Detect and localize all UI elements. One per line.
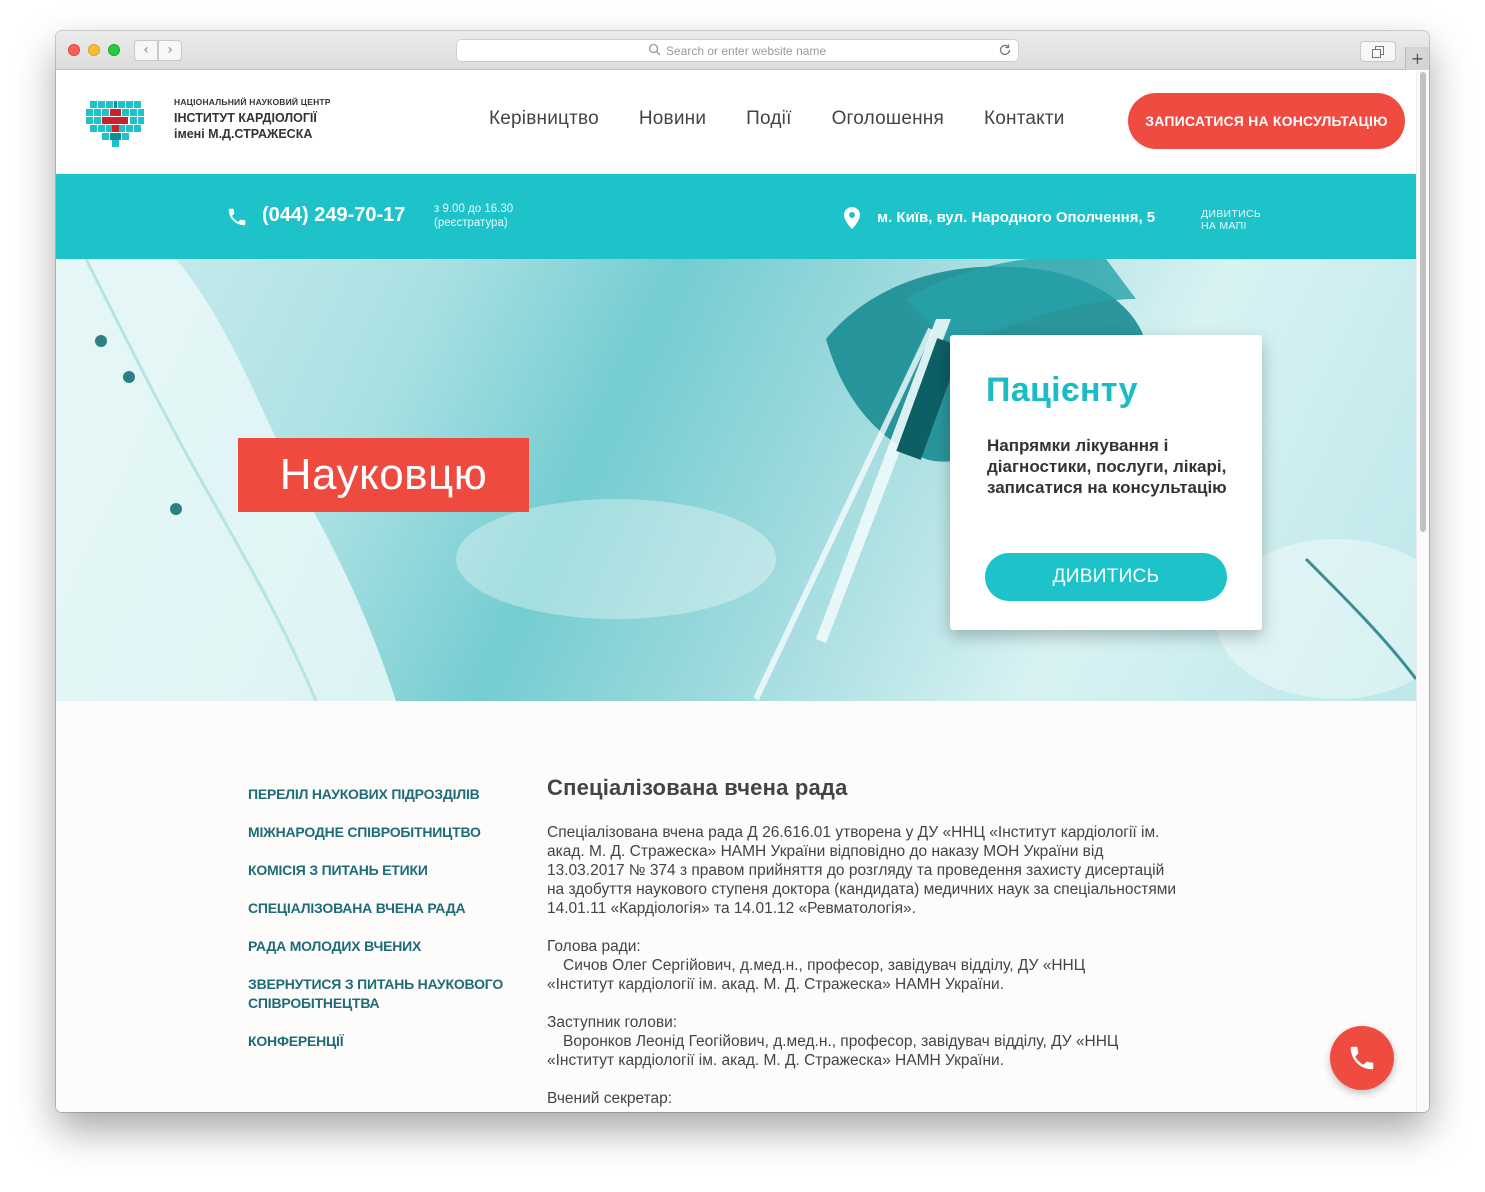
show-tabs-button[interactable] xyxy=(1360,41,1396,62)
minimize-window-button[interactable] xyxy=(88,44,100,56)
head-label: Голова ради: xyxy=(547,938,641,955)
forward-button[interactable]: › xyxy=(158,40,182,61)
address-bar[interactable]: Search or enter website name xyxy=(456,39,1019,62)
scrollbar-thumb[interactable] xyxy=(1420,72,1426,532)
browser-window: ‹ › Search or enter website name + НАЦІО… xyxy=(56,31,1429,1112)
hero-scientist-label[interactable]: Науковцю xyxy=(238,438,529,512)
close-window-button[interactable] xyxy=(68,44,80,56)
nav-link-contacts[interactable]: Контакти xyxy=(984,108,1065,130)
sidebar-item-young-scientists[interactable]: РАДА МОЛОДИХ ВЧЕНИХ xyxy=(248,937,518,956)
heart-logo-icon[interactable] xyxy=(86,97,144,147)
deputy-label: Заступник голови: xyxy=(547,1014,678,1031)
nav-link-announcements[interactable]: Оголошення xyxy=(832,108,944,130)
content-section: ПЕРЕЛІЛ НАУКОВИХ ПІДРОЗДІЛІВ МІЖНАРОДНЕ … xyxy=(56,701,1416,1112)
new-tab-button[interactable]: + xyxy=(1405,47,1429,70)
article-title: Спеціалізована вчена рада xyxy=(547,775,848,800)
council-deputy: Заступник голови: Воронков Леонід Геогій… xyxy=(547,1013,1177,1070)
zoom-window-button[interactable] xyxy=(108,44,120,56)
deputy-name: Воронков Леонід Геогійович, д.мед.н., пр… xyxy=(563,1033,1119,1050)
sidebar-item-international[interactable]: МІЖНАРОДНЕ СПІВРОБІТНИЦТВО xyxy=(248,823,518,842)
sidebar-item-conferences[interactable]: КОНФЕРЕНЦІЇ xyxy=(248,1032,518,1051)
nav-link-events[interactable]: Події xyxy=(746,108,791,130)
book-consultation-button[interactable]: ЗАПИСАТИСЯ НА КОНСУЛЬТАЦІЮ xyxy=(1128,93,1405,149)
sidebar-item-cooperation[interactable]: ЗВЕРНУТИСЯ З ПИТАНЬ НАУКОВОГО СПІВРОБІТН… xyxy=(248,975,518,1013)
map-link-line1: ДИВИТИСЬ xyxy=(1201,208,1262,220)
secretary-label: Вчений секретар: xyxy=(547,1090,673,1107)
patient-card-title: Пацієнту xyxy=(986,371,1138,409)
view-on-map-link[interactable]: ДИВИТИСЬ НА МАПІ xyxy=(1201,208,1261,232)
map-link-line2: НА МАПІ xyxy=(1201,220,1247,232)
reception-hours: з 9.00 до 16.30 (реєстратура) xyxy=(434,202,513,230)
sidebar-item-departments[interactable]: ПЕРЕЛІЛ НАУКОВИХ ПІДРОЗДІЛІВ xyxy=(248,785,518,804)
phone-icon xyxy=(1350,1046,1374,1070)
head-org: «Інститут кардіології ім. акад. М. Д. Ст… xyxy=(547,976,1005,993)
logo-subtitle: НАЦІОНАЛЬНИЙ НАУКОВИЙ ЦЕНТР xyxy=(174,97,331,107)
view-button[interactable]: ДИВИТИСЬ xyxy=(985,553,1227,601)
back-button[interactable]: ‹ xyxy=(134,40,158,61)
main-nav: Керівництво Новини Події Оголошення Конт… xyxy=(489,108,1105,130)
phone-icon xyxy=(228,208,246,226)
hero-banner: Науковцю Пацієнту Напрямки лікування і д… xyxy=(56,259,1416,701)
nav-link-leadership[interactable]: Керівництво xyxy=(489,108,599,130)
phone-number[interactable]: (044) 249-70-17 xyxy=(262,204,405,227)
hours-line1: з 9.00 до 16.30 xyxy=(434,203,514,215)
logo-title-line2: імені М.Д.СТРАЖЕСКА xyxy=(174,127,313,141)
logo-title-line1: ІНСТИТУТ КАРДІОЛОГІЇ xyxy=(174,111,317,125)
address-text: м. Київ, вул. Народного Ополчення, 5 xyxy=(877,209,1156,226)
article: Спеціалізована вчена рада Спеціалізована… xyxy=(547,775,1177,1112)
patient-card: Пацієнту Напрямки лікування і діагностик… xyxy=(950,335,1262,630)
page-viewport: НАЦІОНАЛЬНИЙ НАУКОВИЙ ЦЕНТР ІНСТИТУТ КАР… xyxy=(56,70,1429,1112)
sidebar-item-council[interactable]: СПЕЦІАЛІЗОВАНА ВЧЕНА РАДА xyxy=(248,899,518,918)
hours-line2: (реєстратура) xyxy=(434,217,508,229)
head-name: Сичов Олег Сергійович, д.мед.н., професо… xyxy=(563,957,1086,974)
site-header: НАЦІОНАЛЬНИЙ НАУКОВИЙ ЦЕНТР ІНСТИТУТ КАР… xyxy=(56,70,1416,174)
address-placeholder: Search or enter website name xyxy=(666,44,827,58)
deputy-org: «Інститут кардіології ім. акад. М. Д. Ст… xyxy=(547,1052,1005,1069)
patient-card-text: Напрямки лікування і діагностики, послуг… xyxy=(987,436,1227,497)
nav-link-news[interactable]: Новини xyxy=(639,108,706,130)
sidebar-item-ethics[interactable]: КОМІСІЯ З ПИТАНЬ ЕТИКИ xyxy=(248,861,518,880)
contact-info-bar: (044) 249-70-17 з 9.00 до 16.30 (реєстра… xyxy=(56,174,1416,259)
article-intro: Спеціалізована вчена рада Д 26.616.01 ут… xyxy=(547,824,1177,917)
science-sidebar: ПЕРЕЛІЛ НАУКОВИХ ПІДРОЗДІЛІВ МІЖНАРОДНЕ … xyxy=(248,785,518,1070)
call-fab-button[interactable] xyxy=(1330,1026,1394,1090)
council-secretary: Вчений секретар: xyxy=(547,1089,1177,1108)
page-scrollbar[interactable] xyxy=(1416,70,1429,1112)
browser-titlebar: ‹ › Search or enter website name + xyxy=(56,31,1429,70)
logo-text[interactable]: НАЦІОНАЛЬНИЙ НАУКОВИЙ ЦЕНТР ІНСТИТУТ КАР… xyxy=(174,97,331,142)
location-pin-icon xyxy=(844,207,860,229)
council-head: Голова ради: Сичов Олег Сергійович, д.ме… xyxy=(547,937,1177,994)
search-icon xyxy=(648,43,661,56)
reload-icon[interactable] xyxy=(998,43,1012,57)
tabs-icon-back xyxy=(1372,49,1381,58)
